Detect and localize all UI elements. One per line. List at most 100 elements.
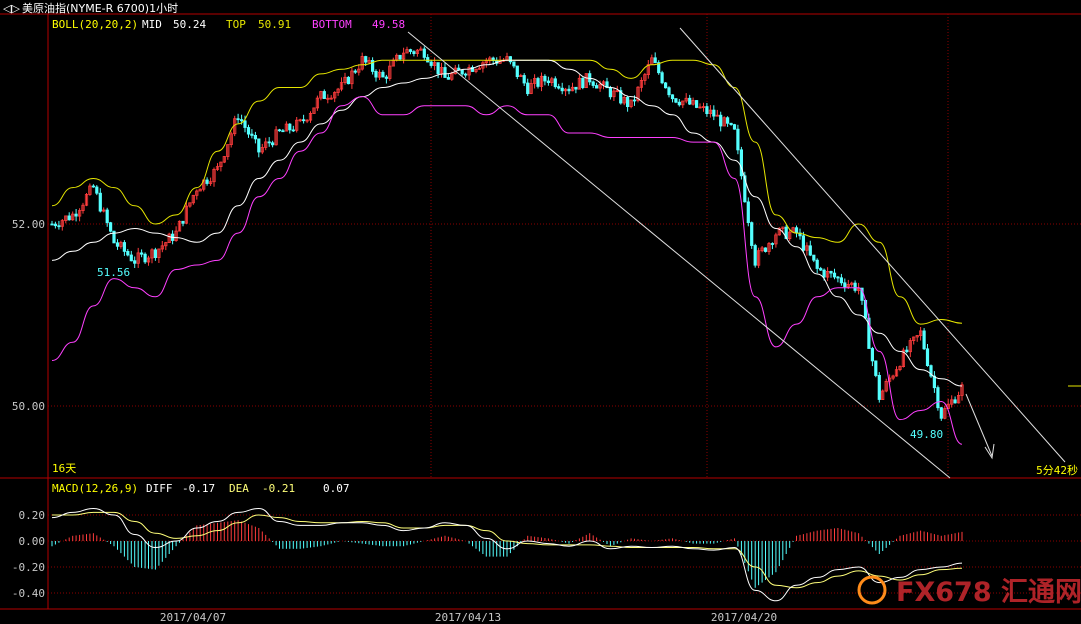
candle-down <box>664 82 668 89</box>
chart-canvas: ◁▷ 美原油指(NYME-R 6700)1小时 BOLL(20,20,2) MI… <box>0 0 1081 624</box>
candle-down <box>660 72 664 84</box>
candle-down <box>695 100 699 108</box>
candle-down <box>288 123 292 131</box>
macd-value: 0.07 <box>323 482 350 495</box>
candle-down <box>257 138 261 153</box>
price-tick-label: 50.00 <box>12 400 45 413</box>
boll-bottom-label: BOTTOM <box>312 18 352 31</box>
candle-down <box>750 222 754 246</box>
macd-dea-value: -0.21 <box>262 482 295 495</box>
candle-down <box>239 119 244 122</box>
candle-down <box>53 223 58 227</box>
candle-down <box>925 348 930 366</box>
candle-down <box>115 242 120 247</box>
price-tick-label: 52.00 <box>12 218 45 231</box>
macd-name: MACD(12,26,9) <box>52 482 138 495</box>
candle-down <box>905 349 909 353</box>
candle-down <box>736 128 740 151</box>
candle-down <box>205 179 209 184</box>
candle-down <box>553 78 557 88</box>
candle-down <box>815 259 819 269</box>
candle-down <box>91 185 95 188</box>
candle-down <box>109 222 113 232</box>
watermark-text: FX678 汇通网 <box>896 577 1081 608</box>
candle-down <box>126 250 130 256</box>
candle-down <box>591 81 595 86</box>
candle-down <box>567 88 571 92</box>
candle-down <box>512 61 516 67</box>
macd-tick-label: -0.40 <box>12 587 45 600</box>
chart-title: 美原油指(NYME-R 6700)1小时 <box>22 1 178 15</box>
candle-down <box>508 56 513 63</box>
candle-down <box>595 85 599 89</box>
boll-mid-label: MID <box>142 18 162 31</box>
candle-down <box>729 122 733 126</box>
time-tick-label: 2017/04/13 <box>435 611 501 624</box>
boll-mid-value: 50.24 <box>173 18 206 31</box>
candle-down <box>808 245 812 256</box>
header-bar: ◁▷ 美原油指(NYME-R 6700)1小时 <box>3 1 178 15</box>
candle-down <box>353 70 357 73</box>
candle-down <box>746 201 750 223</box>
candle-down <box>853 282 857 291</box>
boll-top-label: TOP <box>226 18 246 31</box>
candle-down <box>57 225 61 228</box>
candle-down <box>95 186 99 194</box>
macd-tick-label: -0.20 <box>12 561 45 574</box>
candle-down <box>277 129 282 132</box>
candle-down <box>677 101 681 106</box>
candle-down <box>364 56 368 63</box>
macd-tick-label: 0.20 <box>19 509 46 522</box>
chart-background <box>0 0 1081 624</box>
candle-down <box>74 213 78 217</box>
macd-tick-label: 0.00 <box>19 535 46 548</box>
candle-down <box>153 249 157 259</box>
candle-down <box>253 134 257 140</box>
low-marker-2: 49.80 <box>910 428 943 441</box>
candle-down <box>546 80 551 84</box>
candle-down <box>536 78 540 87</box>
countdown-label: 5分42秒 <box>1036 463 1078 477</box>
candle-down <box>246 127 251 135</box>
time-tick-label: 2017/04/20 <box>711 611 777 624</box>
candle-down <box>770 243 775 245</box>
candle-down <box>522 75 526 84</box>
candle-down <box>526 82 530 95</box>
candle-down <box>270 142 275 146</box>
macd-diff-value: -0.17 <box>182 482 215 495</box>
candle-down <box>667 87 671 96</box>
macd-dea-label: DEA <box>229 482 249 495</box>
candle-down <box>412 51 416 54</box>
candle-down <box>801 235 806 251</box>
candle-down <box>98 192 102 212</box>
candle-down <box>443 67 447 78</box>
candle-down <box>243 120 247 128</box>
candle-down <box>712 109 716 117</box>
candle-down <box>939 407 943 419</box>
back-forward-arrows-icon[interactable]: ◁▷ <box>3 2 20 15</box>
candle-down <box>543 75 547 82</box>
candle-down <box>726 117 730 124</box>
candle-down <box>822 269 826 278</box>
candle-down <box>870 348 875 362</box>
candle-down <box>557 86 561 89</box>
candle-down <box>267 141 271 144</box>
boll-name: BOLL(20,20,2) <box>52 18 138 31</box>
candle-down <box>874 360 878 376</box>
candle-down <box>67 215 71 221</box>
candle-down <box>281 130 285 133</box>
candle-down <box>877 374 881 400</box>
candle-down <box>670 94 675 100</box>
candle-down <box>794 227 799 234</box>
candle-down <box>936 387 940 409</box>
candle-down <box>50 223 54 226</box>
candle-down <box>374 71 378 78</box>
candle-down <box>839 277 844 284</box>
candle-down <box>398 54 402 60</box>
candle-down <box>705 106 709 114</box>
candle-down <box>346 76 351 85</box>
candle-down <box>832 272 837 278</box>
candle-down <box>581 77 585 89</box>
boll-top-value: 50.91 <box>258 18 291 31</box>
candle-down <box>574 86 578 90</box>
